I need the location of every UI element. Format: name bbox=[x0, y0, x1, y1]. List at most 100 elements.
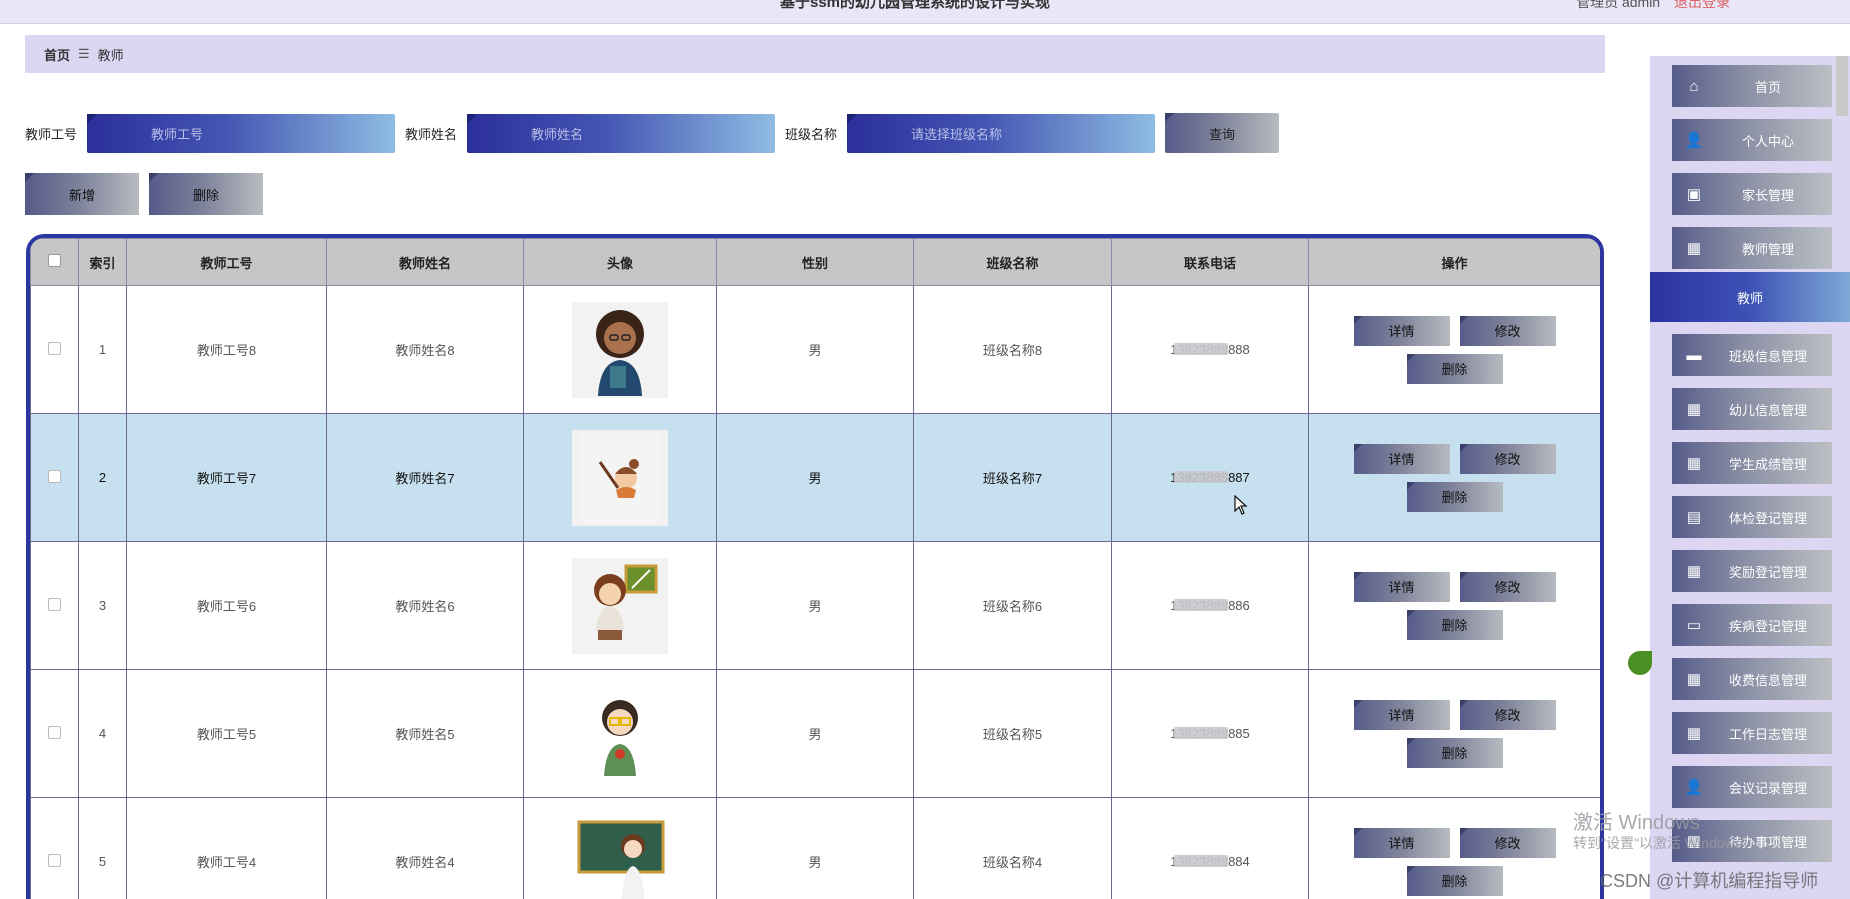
floating-widget-icon[interactable] bbox=[1628, 651, 1652, 675]
cell-teacher-id: 教师工号5 bbox=[126, 669, 327, 798]
grid-icon: ▦ bbox=[1686, 240, 1702, 257]
cell-class-name: 班级名称4 bbox=[913, 797, 1112, 899]
top-bar: 基于ssm的幼儿园管理系统的设计与实现 管理员 admin 退出登录 bbox=[0, 0, 1850, 24]
cell-phone: 13823888884 bbox=[1111, 797, 1309, 899]
row-checkbox[interactable] bbox=[30, 541, 79, 670]
row-checkbox[interactable] bbox=[30, 285, 79, 414]
breadcrumb: 首页 ☰ 教师 bbox=[25, 35, 1605, 73]
sidebar-item-grades[interactable]: ▦ 学生成绩管理 bbox=[1672, 442, 1832, 484]
sidebar-item-current[interactable]: 教师 bbox=[1650, 272, 1850, 322]
teacher-name-input[interactable]: 教师姓名 bbox=[467, 113, 776, 153]
sidebar-item-home[interactable]: ⌂ 首页 bbox=[1672, 65, 1832, 107]
delete-button[interactable]: 删除 bbox=[149, 173, 263, 215]
sidebar-item-fees[interactable]: ▦ 收费信息管理 bbox=[1672, 658, 1832, 700]
sidebar-item-label: 班级信息管理 bbox=[1728, 348, 1807, 364]
teacher-name-label: 教师姓名 bbox=[405, 126, 458, 142]
detail-button[interactable]: 详情 bbox=[1353, 315, 1450, 346]
sidebar-item-label: 个人中心 bbox=[1741, 133, 1794, 149]
sidebar-item-meetings[interactable]: 👤 会议记录管理 bbox=[1672, 766, 1832, 808]
row-delete-button[interactable]: 删除 bbox=[1406, 353, 1503, 384]
sidebar-item-checkup[interactable]: ▤ 体检登记管理 bbox=[1672, 496, 1832, 538]
home-icon: ⌂ bbox=[1689, 77, 1699, 95]
cell-phone: 13823888888 bbox=[1111, 285, 1309, 414]
row-checkbox[interactable] bbox=[30, 413, 79, 542]
clipboard-icon: ▣ bbox=[1686, 186, 1702, 203]
detail-button[interactable]: 详情 bbox=[1353, 571, 1450, 602]
detail-button[interactable]: 详情 bbox=[1353, 699, 1450, 730]
wallet-icon: ▤ bbox=[1686, 509, 1702, 526]
app-title: 基于ssm的幼儿园管理系统的设计与实现 bbox=[780, 0, 1051, 11]
grid-icon: ▦ bbox=[1686, 725, 1702, 742]
edit-button[interactable]: 修改 bbox=[1459, 827, 1556, 858]
cell-phone: 13823888886 bbox=[1111, 541, 1309, 670]
cell-phone: 13823888885 bbox=[1111, 669, 1309, 798]
sidebar-item-label: 教师管理 bbox=[1741, 241, 1794, 257]
edit-button[interactable]: 修改 bbox=[1459, 571, 1556, 602]
sidebar-item-illness[interactable]: ▭ 疾病登记管理 bbox=[1672, 604, 1832, 646]
table-row[interactable]: 5 教师工号4 教师姓名4 男 班级名称4 13823888884 详情 修改 … bbox=[30, 797, 1600, 899]
breadcrumb-home[interactable]: 首页 bbox=[44, 45, 70, 64]
table-row[interactable]: 3 教师工号6 教师姓名6 男 班级名称6 13823888886 详情 修改 … bbox=[30, 541, 1600, 670]
sidebar-item-profile[interactable]: 👤 个人中心 bbox=[1672, 119, 1832, 161]
logout-link[interactable]: 退出登录 bbox=[1674, 0, 1730, 10]
avatar bbox=[572, 813, 668, 899]
sidebar-item-rewards[interactable]: ▦ 奖励登记管理 bbox=[1672, 550, 1832, 592]
ticket-icon: ▬ bbox=[1686, 346, 1702, 364]
cell-ops: 详情 修改 删除 bbox=[1308, 541, 1600, 670]
cell-gender: 男 bbox=[716, 413, 914, 542]
action-bar: 新增 删除 bbox=[25, 173, 263, 215]
row-delete-button[interactable]: 删除 bbox=[1406, 865, 1503, 896]
row-checkbox[interactable] bbox=[30, 669, 79, 798]
table-row[interactable]: 1 教师工号8 教师姓名8 男 班级名称8 13823888888 详情 修改 … bbox=[30, 285, 1600, 414]
cell-teacher-name: 教师姓名4 bbox=[326, 797, 524, 899]
user-icon: 👤 bbox=[1684, 779, 1704, 796]
select-all-checkbox[interactable] bbox=[30, 238, 79, 286]
detail-button[interactable]: 详情 bbox=[1353, 827, 1450, 858]
search-bar: 教师工号 教师工号 教师姓名 教师姓名 班级名称 请选择班级名称 查询 bbox=[25, 113, 1280, 153]
sidebar-item-label: 会议记录管理 bbox=[1728, 780, 1807, 796]
sidebar-item-teachers[interactable]: ▦ 教师管理 bbox=[1672, 227, 1832, 269]
edit-button[interactable]: 修改 bbox=[1459, 315, 1556, 346]
sidebar-item-label: 工作日志管理 bbox=[1728, 726, 1807, 742]
grid-icon: ▦ bbox=[1686, 455, 1702, 472]
cell-class-name: 班级名称7 bbox=[913, 413, 1112, 542]
user-icon: 👤 bbox=[1684, 132, 1704, 149]
edit-button[interactable]: 修改 bbox=[1459, 699, 1556, 730]
col-header: 性别 bbox=[716, 238, 914, 286]
sidebar-item-label: 体检登记管理 bbox=[1728, 510, 1807, 526]
cell-gender: 男 bbox=[716, 669, 914, 798]
cell-index: 1 bbox=[78, 285, 127, 414]
csdn-watermark: CSDN @计算机编程指导师 bbox=[1600, 871, 1819, 891]
grid-icon: ▦ bbox=[1686, 563, 1702, 580]
row-delete-button[interactable]: 删除 bbox=[1406, 737, 1503, 768]
table-row[interactable]: 4 教师工号5 教师姓名5 男 班级名称5 13823888885 详情 修改 … bbox=[30, 669, 1600, 798]
sidebar-item-label: 幼儿信息管理 bbox=[1728, 402, 1807, 418]
teacher-id-label: 教师工号 bbox=[25, 126, 78, 142]
cell-avatar bbox=[523, 669, 717, 798]
cell-index: 4 bbox=[78, 669, 127, 798]
edit-button[interactable]: 修改 bbox=[1459, 443, 1556, 474]
row-delete-button[interactable]: 删除 bbox=[1406, 481, 1503, 512]
sidebar: ⌂ 首页 👤 个人中心 ▣ 家长管理 ▦ 教师管理 教师 ▬ 班级信息管理 ▦ … bbox=[1650, 56, 1850, 899]
cell-avatar bbox=[523, 285, 717, 414]
sidebar-item-class-info[interactable]: ▬ 班级信息管理 bbox=[1672, 334, 1832, 376]
watermark-line2: 转到"设置"以激活 Windows。 bbox=[1573, 835, 1756, 851]
add-button[interactable]: 新增 bbox=[25, 173, 139, 215]
windows-activation-watermark: 激活 Windows 转到"设置"以激活 Windows。 bbox=[1573, 812, 1756, 852]
query-button[interactable]: 查询 bbox=[1165, 113, 1280, 153]
row-checkbox[interactable] bbox=[30, 797, 79, 899]
sidebar-item-parents[interactable]: ▣ 家长管理 bbox=[1672, 173, 1832, 215]
row-delete-button[interactable]: 删除 bbox=[1406, 609, 1503, 640]
col-header: 教师姓名 bbox=[326, 238, 524, 286]
sidebar-item-child-info[interactable]: ▦ 幼儿信息管理 bbox=[1672, 388, 1832, 430]
detail-button[interactable]: 详情 bbox=[1353, 443, 1450, 474]
class-name-select[interactable]: 请选择班级名称 bbox=[847, 113, 1156, 153]
sidebar-scrollbar[interactable] bbox=[1836, 56, 1848, 116]
table-row[interactable]: 2 教师工号7 教师姓名7 男 班级名称7 13823888887 详情 修改 … bbox=[30, 413, 1600, 542]
cell-index: 3 bbox=[78, 541, 127, 670]
mouse-cursor-icon bbox=[1234, 495, 1248, 515]
col-header: 索引 bbox=[78, 238, 127, 286]
teacher-id-input[interactable]: 教师工号 bbox=[87, 113, 396, 153]
sidebar-item-worklog[interactable]: ▦ 工作日志管理 bbox=[1672, 712, 1832, 754]
cell-class-name: 班级名称6 bbox=[913, 541, 1112, 670]
